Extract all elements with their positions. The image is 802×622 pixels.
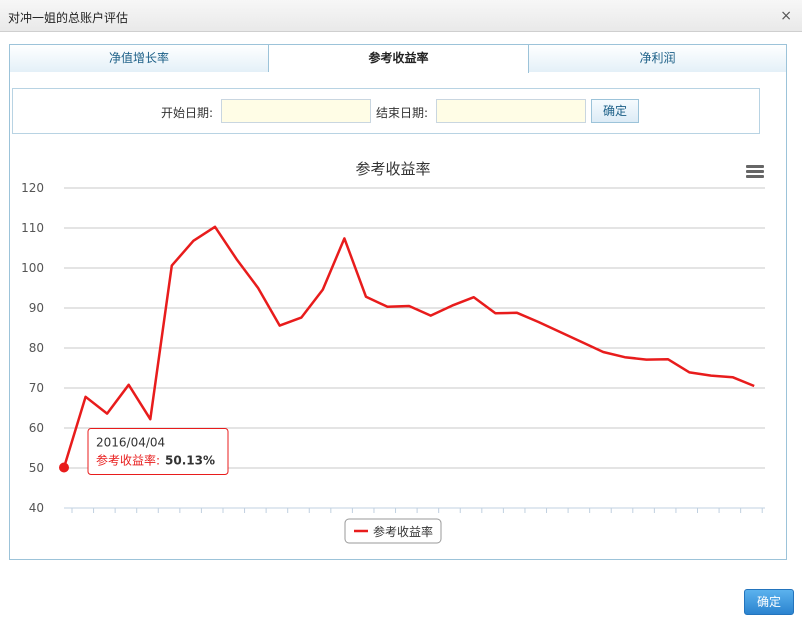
y-tick-label: 120 <box>21 181 44 195</box>
dialog-titlebar: 对冲一姐的总账户评估 × <box>0 0 802 32</box>
ok-button[interactable]: 确定 <box>744 589 794 615</box>
tab-net-profit[interactable]: 净利润 <box>529 45 786 72</box>
tab-nav-growth[interactable]: 净值增长率 <box>10 45 269 72</box>
tooltip-value: 50.13% <box>165 453 215 467</box>
tooltip-date: 2016/04/04 <box>96 435 165 449</box>
y-tick-label: 40 <box>29 501 44 515</box>
tab-bar: 净值增长率 参考收益率 净利润 <box>10 45 786 73</box>
chart-title: 参考收益率 <box>355 160 430 178</box>
filter-confirm-button[interactable]: 确定 <box>591 99 639 123</box>
y-tick-label: 70 <box>29 381 44 395</box>
y-tick-label: 80 <box>29 341 44 355</box>
legend-label: 参考收益率 <box>373 524 433 539</box>
x-axis-ticks <box>71 508 763 513</box>
y-axis-ticks: 40 50 60 70 80 90 100 110 120 <box>21 181 44 515</box>
chart-menu-icon[interactable] <box>746 165 764 179</box>
y-tick-label: 60 <box>29 421 44 435</box>
date-filter: 开始日期: 结束日期: 确定 <box>12 88 760 134</box>
y-tick-label: 110 <box>21 221 44 235</box>
chart-legend[interactable]: 参考收益率 <box>344 518 442 544</box>
y-tick-label: 90 <box>29 301 44 315</box>
y-tick-label: 100 <box>21 261 44 275</box>
end-date-label: 结束日期: <box>376 106 429 120</box>
start-date-label: 开始日期: <box>161 106 214 120</box>
tab-reference-return[interactable]: 参考收益率 <box>269 45 529 73</box>
start-date-input[interactable] <box>221 99 371 123</box>
return-line-chart: 参考收益率 40 50 60 70 80 90 100 110 120 2016/04/04 参… <box>21 160 765 544</box>
end-date-input[interactable] <box>436 99 586 123</box>
hover-point <box>59 462 69 473</box>
tooltip-series-label: 参考收益率: <box>96 452 160 467</box>
close-icon[interactable]: × <box>780 8 792 24</box>
chart-tooltip: 2016/04/04 参考收益率: 50.13% <box>87 427 229 475</box>
y-tick-label: 50 <box>29 461 44 475</box>
dialog-title: 对冲一姐的总账户评估 <box>8 11 129 25</box>
